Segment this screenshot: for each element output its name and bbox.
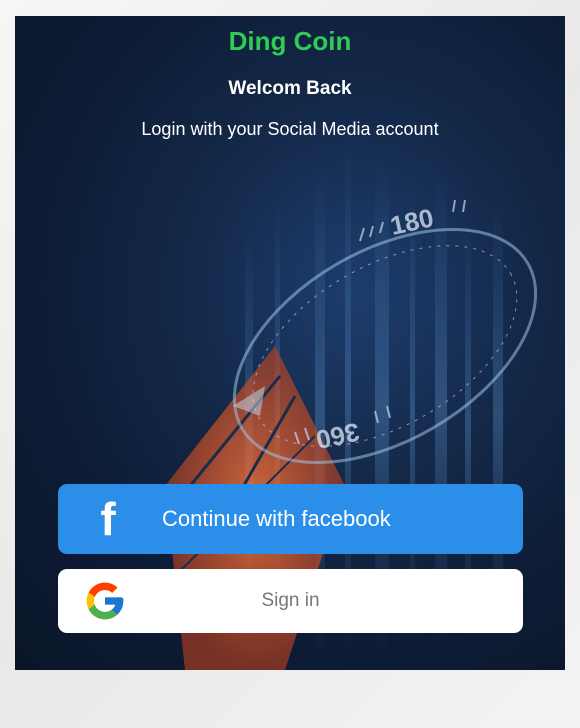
login-instruction: Login with your Social Media account — [141, 119, 439, 139]
dial-label-180: 180 — [388, 202, 437, 240]
facebook-button-label: Continue with facebook — [162, 506, 391, 531]
app-title: Ding Coin — [228, 26, 352, 56]
facebook-login-button[interactable]: f Continue with facebook — [58, 484, 523, 554]
welcome-heading: Welcom Back — [228, 78, 352, 99]
facebook-f-icon: f — [100, 493, 116, 545]
google-sign-in-button[interactable]: Sign in — [58, 569, 523, 633]
photo-frame: 180 360 Ding Coin Welcom Back Login with… — [0, 0, 580, 728]
app-screen: 180 360 Ding Coin Welcom Back Login with… — [15, 16, 565, 670]
google-button-label: Sign in — [261, 590, 320, 611]
